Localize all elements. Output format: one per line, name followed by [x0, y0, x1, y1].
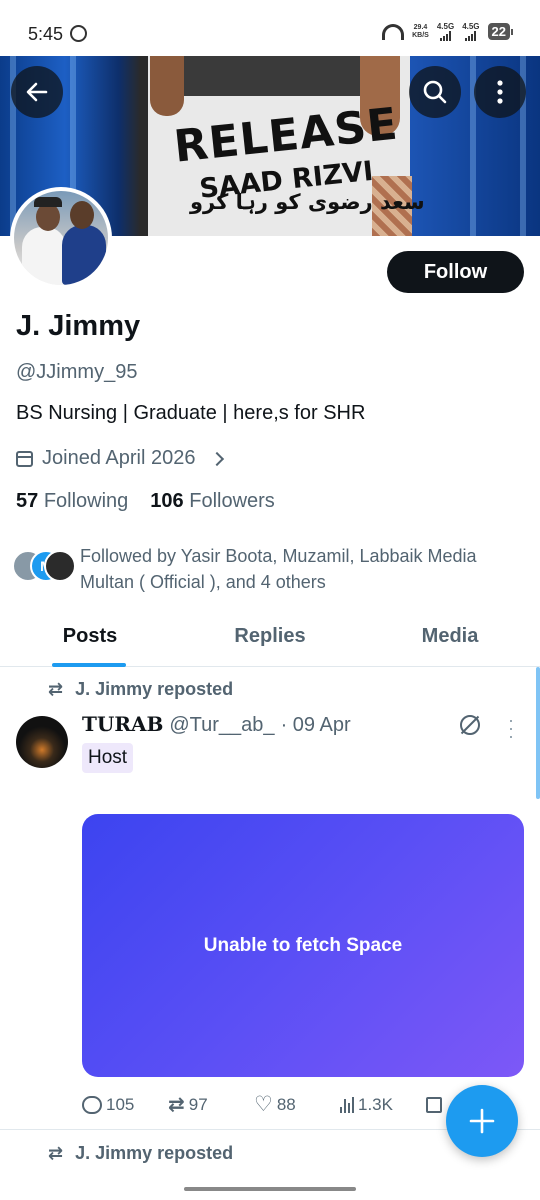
post-author-handle[interactable]: @Tur__ab_ — [169, 714, 274, 737]
headphones-icon — [382, 23, 405, 40]
following-label: Following — [43, 490, 129, 512]
reply-icon — [82, 1095, 102, 1114]
bookmark-icon — [426, 1096, 442, 1113]
battery-icon: 22 — [487, 23, 514, 40]
repost-indicator[interactable]: ⇄ J. Jimmy reposted — [48, 1143, 233, 1164]
space-card[interactable]: Unable to fetch Space — [82, 814, 524, 1077]
tab-posts[interactable]: Posts — [0, 610, 180, 667]
followed-by[interactable]: M Followed by Yasir Boota, Muzamil, Labb… — [12, 543, 532, 595]
post-date: · 09 Apr — [280, 714, 351, 736]
post-header: TURAB @Tur__ab_ · 09 Apr — [82, 712, 351, 737]
calendar-icon — [16, 450, 33, 467]
repost-indicator[interactable]: ⇄ J. Jimmy reposted — [48, 679, 233, 700]
signal-1: 4.5G — [437, 22, 454, 41]
following-link[interactable]: 57 Following — [16, 490, 128, 513]
network-speed-value: 29.4 — [413, 23, 428, 31]
repost-text: J. Jimmy reposted — [75, 679, 234, 699]
like-count: 88 — [276, 1094, 296, 1114]
profile-name: J. Jimmy — [16, 310, 141, 342]
views-count: 1.3K — [358, 1094, 393, 1114]
post-more-button[interactable]: · · · — [508, 711, 514, 745]
profile-bio: BS Nursing | Graduate | here,s for SHR — [16, 402, 366, 424]
reply-button[interactable]: 105 — [82, 1095, 168, 1115]
space-card-text: Unable to fetch Space — [203, 934, 403, 956]
followers-link[interactable]: 106 Followers — [150, 490, 275, 513]
grok-icon[interactable] — [460, 715, 480, 735]
network-speed-unit: KB/S — [412, 31, 429, 39]
scrollbar[interactable] — [536, 667, 540, 799]
signal-bars-icon — [440, 31, 452, 41]
status-time: 5:45 — [28, 24, 64, 44]
followers-count: 106 — [150, 490, 184, 512]
reply-count: 105 — [106, 1094, 135, 1114]
follow-button[interactable]: Follow — [387, 251, 524, 293]
post-author-avatar[interactable] — [16, 716, 68, 768]
views-icon — [340, 1096, 354, 1113]
post-author-name[interactable]: TURAB — [82, 712, 163, 736]
like-button[interactable]: ♡ 88 — [254, 1092, 340, 1117]
profile-handle: @JJimmy_95 — [16, 361, 138, 383]
followed-by-avatars: M — [12, 543, 76, 583]
arrow-left-icon — [26, 82, 48, 102]
status-icons: 29.4 KB/S 4.5G 4.5G 22 — [382, 22, 514, 41]
signal-1-label: 4.5G — [436, 22, 455, 31]
follow-stats: 57 Following 106 Followers — [16, 490, 275, 513]
repost-button[interactable]: ⇄ 97 — [168, 1092, 254, 1117]
compose-post-button[interactable] — [446, 1085, 518, 1157]
followed-by-text: Followed by Yasir Boota, Muzamil, Labbai… — [80, 546, 477, 592]
chevron-right-icon — [210, 451, 225, 466]
banner-sign-urdu: سعد رضوی کو رہا کرو — [190, 190, 425, 214]
more-options-button[interactable] — [474, 66, 526, 118]
tab-media[interactable]: Media — [360, 610, 540, 666]
followers-label: Followers — [189, 490, 275, 512]
repost-text: J. Jimmy reposted — [75, 1143, 234, 1163]
avatar — [44, 550, 76, 582]
views-button[interactable]: 1.3K — [340, 1095, 426, 1115]
joined-date[interactable]: Joined April 2026 — [16, 447, 225, 470]
heart-icon: ♡ — [254, 1093, 273, 1116]
search-icon — [423, 80, 447, 104]
signal-2-label: 4.5G — [462, 22, 480, 31]
whatsapp-icon — [70, 25, 87, 42]
tab-replies[interactable]: Replies — [180, 610, 360, 666]
plus-icon — [469, 1108, 495, 1134]
repost-icon: ⇄ — [48, 1143, 64, 1163]
signal-bars-icon — [465, 31, 477, 41]
status-bar: 5:45 29.4 KB/S 4.5G 4.5G 22 — [0, 0, 540, 56]
joined-text: Joined April 2026 — [42, 447, 196, 469]
profile-avatar[interactable] — [10, 187, 112, 289]
repost-icon: ⇄ — [168, 1094, 185, 1116]
search-button[interactable] — [409, 66, 461, 118]
signal-2: 4.5G — [462, 22, 480, 41]
back-button[interactable] — [11, 66, 63, 118]
repost-icon: ⇄ — [48, 679, 64, 699]
following-count: 57 — [16, 490, 39, 512]
repost-count: 97 — [188, 1094, 208, 1114]
avatar-image — [14, 191, 108, 285]
home-indicator[interactable] — [184, 1187, 356, 1191]
more-vertical-icon — [497, 80, 503, 104]
profile-tabs: Posts Replies Media — [0, 610, 540, 667]
host-badge: Host — [82, 743, 134, 773]
network-speed: 29.4 KB/S — [412, 24, 429, 40]
